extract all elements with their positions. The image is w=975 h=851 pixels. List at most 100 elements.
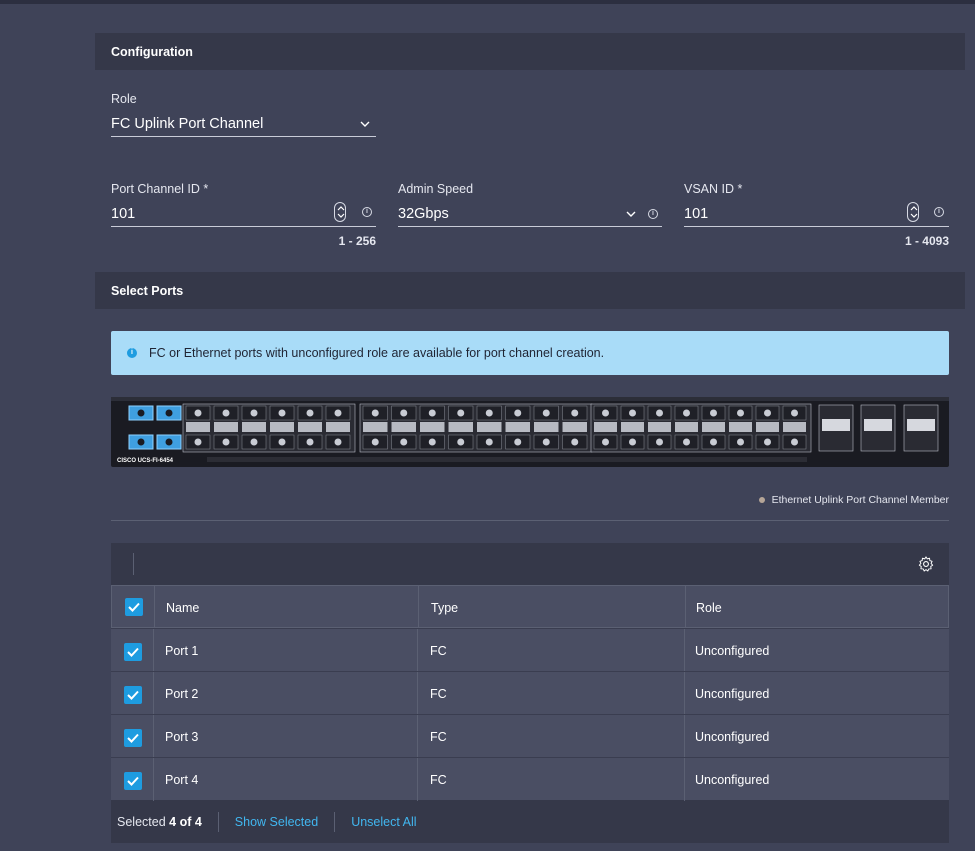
- port-led: [457, 409, 465, 417]
- top-bar: [0, 0, 975, 4]
- cell-type: FC: [430, 729, 447, 744]
- vsan-id-field[interactable]: 101 i: [684, 200, 949, 228]
- stepper-icon[interactable]: [334, 202, 346, 222]
- port-latch: [594, 422, 617, 432]
- port-1[interactable]: [128, 405, 154, 421]
- port-latch: [783, 422, 806, 432]
- port-led: [683, 409, 690, 417]
- row-checkbox[interactable]: [124, 643, 142, 661]
- port-latch: [675, 422, 698, 432]
- vsan-id-range: 1 - 4093: [904, 234, 949, 248]
- port-latch: [298, 422, 322, 432]
- admin-speed-label: Admin Speed: [398, 182, 474, 196]
- column-divider: [153, 672, 154, 715]
- port-led: [791, 409, 798, 417]
- port-latch: [562, 422, 587, 432]
- port-led: [371, 409, 379, 417]
- stepper-icon[interactable]: [907, 202, 919, 222]
- port-channel-id-value: 101: [111, 206, 136, 222]
- port-latch: [702, 422, 725, 432]
- port-led: [306, 409, 314, 417]
- banner-text: FC or Ethernet ports with unconfigured r…: [149, 346, 605, 360]
- port-4[interactable]: [156, 434, 182, 450]
- port-led: [400, 409, 408, 417]
- role-label: Role: [111, 92, 137, 106]
- port-led: [194, 438, 202, 446]
- port-led: [222, 409, 230, 417]
- row-checkbox[interactable]: [124, 772, 142, 790]
- port-latch: [326, 422, 350, 432]
- gear-icon[interactable]: [917, 555, 935, 573]
- port-latch: [391, 422, 416, 432]
- port-led: [334, 409, 342, 417]
- port-latch: [729, 422, 752, 432]
- row-checkbox[interactable]: [124, 729, 142, 747]
- column-divider: [418, 585, 419, 628]
- selected-prefix: Selected: [117, 815, 166, 829]
- admin-speed-select[interactable]: 32Gbps i: [398, 200, 662, 228]
- column-divider: [153, 758, 154, 801]
- port-latch: [621, 422, 644, 432]
- port-led: [194, 409, 202, 417]
- table-row[interactable]: Port 4 FC Unconfigured: [111, 757, 949, 801]
- port-led: [278, 438, 286, 446]
- port-led: [457, 438, 465, 446]
- port-led: [737, 438, 744, 446]
- table-row[interactable]: Port 1 FC Unconfigured: [111, 628, 949, 672]
- info-icon[interactable]: i: [648, 209, 658, 219]
- port-led: [656, 438, 663, 446]
- port-latch: [756, 422, 779, 432]
- column-header-name[interactable]: Name: [166, 586, 199, 629]
- table-footer: Selected 4 of 4 Show Selected Unselect A…: [111, 801, 949, 843]
- selected-count-value: 4 of 4: [169, 815, 202, 829]
- legend-label: Ethernet Uplink Port Channel Member: [771, 494, 949, 506]
- port-led: [656, 409, 663, 417]
- info-icon[interactable]: i: [934, 207, 944, 217]
- select-ports-header: Select Ports: [95, 272, 965, 309]
- port-latch: [505, 422, 530, 432]
- vsan-id-underline: [684, 226, 949, 227]
- chevron-down-icon: [360, 121, 370, 127]
- column-divider: [153, 715, 154, 758]
- column-header-type[interactable]: Type: [431, 586, 458, 629]
- info-icon[interactable]: i: [362, 207, 372, 217]
- footer-divider: [334, 812, 336, 832]
- port-channel-id-field[interactable]: 101 i: [111, 200, 376, 228]
- column-divider: [153, 629, 154, 672]
- table-row[interactable]: Port 2 FC Unconfigured: [111, 671, 949, 715]
- port-channel-id-range: 1 - 256: [338, 234, 376, 248]
- port-led: [571, 409, 579, 417]
- port-led: [791, 438, 798, 446]
- table-row[interactable]: Port 3 FC Unconfigured: [111, 714, 949, 758]
- cell-name: Port 1: [165, 643, 199, 658]
- unselect-all-link[interactable]: Unselect All: [351, 815, 416, 829]
- configuration-header: Configuration: [95, 33, 965, 70]
- cell-role: Unconfigured: [695, 772, 770, 787]
- show-selected-link[interactable]: Show Selected: [235, 815, 318, 829]
- cell-name: Port 2: [165, 686, 199, 701]
- row-checkbox[interactable]: [124, 686, 142, 704]
- footer-divider: [217, 812, 219, 832]
- port-led: [710, 409, 717, 417]
- column-divider: [684, 629, 685, 672]
- column-divider: [417, 629, 418, 672]
- cell-name: Port 3: [165, 729, 199, 744]
- cell-type: FC: [430, 643, 447, 658]
- port-led: [542, 438, 550, 446]
- port-led: [334, 438, 342, 446]
- info-banner: i FC or Ethernet ports with unconfigured…: [111, 331, 949, 375]
- cell-role: Unconfigured: [695, 686, 770, 701]
- port-2[interactable]: [128, 434, 154, 450]
- column-header-role[interactable]: Role: [696, 586, 722, 629]
- port-led: [602, 438, 609, 446]
- port-led: [571, 438, 579, 446]
- qsfp-port: [864, 419, 892, 431]
- cell-name: Port 4: [165, 772, 199, 787]
- port-3[interactable]: [156, 405, 182, 421]
- port-led: [602, 409, 609, 417]
- select-all-checkbox[interactable]: [125, 598, 143, 616]
- role-underline: [111, 136, 376, 137]
- port-led: [400, 438, 408, 446]
- role-select[interactable]: FC Uplink Port Channel: [111, 112, 376, 138]
- port-led: [629, 438, 636, 446]
